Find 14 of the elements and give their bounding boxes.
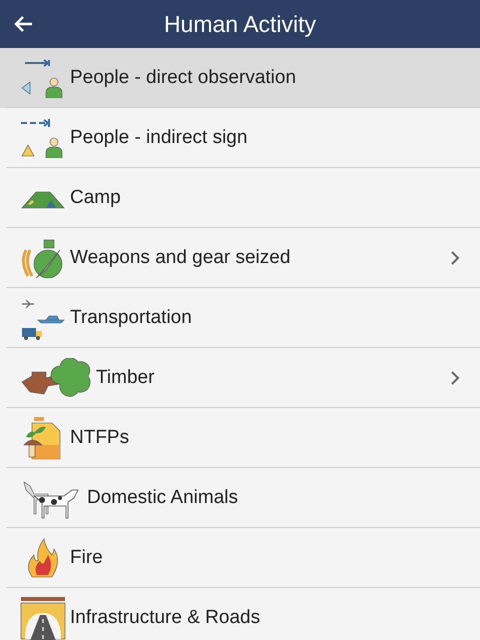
category-label: Weapons and gear seized	[70, 247, 292, 269]
category-label: NTFPs	[70, 427, 130, 449]
category-label: Camp	[70, 187, 122, 209]
category-label: Transportation	[70, 307, 193, 329]
category-label: People - indirect sign	[70, 127, 248, 149]
screen-title: Human Activity	[162, 10, 318, 38]
category-item[interactable]: People - direct observation	[0, 48, 480, 108]
category-label: Domestic Animals	[87, 487, 239, 509]
category-label: People - direct observation	[70, 67, 298, 89]
category-label: Fire	[70, 547, 104, 569]
tree-stump-icon	[20, 358, 92, 398]
category-label: Infrastructure & Roads	[70, 607, 262, 629]
category-label: Timber	[96, 367, 156, 389]
bridge-road-icon	[20, 595, 66, 640]
